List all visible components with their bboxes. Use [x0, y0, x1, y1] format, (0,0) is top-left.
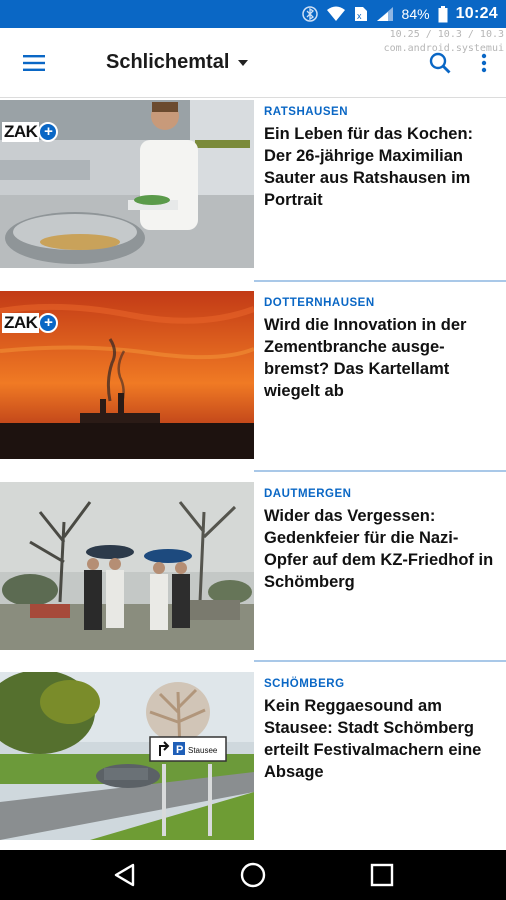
article-category[interactable]: SCHÖMBERG	[264, 678, 496, 690]
clock: 10:24	[455, 5, 498, 22]
article-image-stausee-road: P Stausee	[0, 672, 254, 840]
plus-icon: +	[38, 313, 59, 333]
article-image-chef: ZAK +	[0, 100, 254, 268]
nav-recents-button[interactable]	[352, 850, 412, 900]
zak-plus-badge: ZAK +	[2, 122, 59, 142]
article-card[interactable]: DAUTMERGEN Wider das Vergessen: Gedenkfe…	[0, 482, 506, 650]
signal-icon	[376, 6, 394, 22]
article-category[interactable]: RATSHAUSEN	[264, 106, 496, 118]
nav-back-button[interactable]	[94, 850, 154, 900]
recents-icon	[370, 863, 393, 887]
zak-plus-badge: ZAK +	[2, 313, 59, 333]
overflow-menu-button[interactable]	[462, 28, 506, 98]
app-title: Schlichemtal	[106, 51, 230, 73]
hamburger-menu-icon	[23, 54, 45, 71]
home-icon	[240, 862, 266, 888]
article-headline[interactable]: Kein Reggaesound am Stausee: Stadt Schöm…	[264, 695, 496, 783]
status-bar: x 84% 10:24	[0, 0, 506, 28]
article-image-sunset-factory: ZAK +	[0, 291, 254, 459]
nav-home-button[interactable]	[223, 850, 283, 900]
bluetooth-icon	[301, 6, 318, 22]
wifi-icon	[326, 6, 346, 22]
system-nav-bar	[0, 850, 506, 900]
back-icon	[115, 863, 135, 887]
search-button[interactable]	[418, 28, 462, 98]
battery-percent: 84%	[401, 6, 430, 22]
divider	[254, 660, 506, 662]
article-headline[interactable]: Wider das Vergessen: Gedenkfeier für die…	[264, 505, 496, 593]
article-image-memorial	[0, 482, 254, 650]
article-card[interactable]: P Stausee SCHÖMBERG Kein Reggaesound am …	[0, 672, 506, 840]
search-icon	[429, 52, 451, 73]
divider	[254, 470, 506, 472]
article-headline[interactable]: Ein Leben für das Kochen: Der 26-jährige…	[264, 123, 496, 211]
article-feed[interactable]: ZAK + RATSHAUSEN Ein Leben für das Koche…	[0, 98, 506, 850]
region-selector[interactable]: Schlichemtal	[68, 51, 249, 74]
app-bar: Schlichemtal 10.25 / 10.3 / 10.3 com.and…	[0, 28, 506, 98]
article-card[interactable]: ZAK + RATSHAUSEN Ein Leben für das Koche…	[0, 100, 506, 268]
overflow-menu-icon	[481, 53, 487, 72]
article-category[interactable]: DAUTMERGEN	[264, 488, 496, 500]
plus-icon: +	[38, 122, 59, 142]
menu-button[interactable]	[0, 28, 68, 98]
battery-icon	[438, 5, 448, 23]
svg-text:P: P	[176, 744, 183, 756]
article-card[interactable]: ZAK + DOTTERNHAUSEN Wird die Innovation …	[0, 291, 506, 459]
dropdown-arrow-icon	[238, 59, 249, 66]
article-category[interactable]: DOTTERNHAUSEN	[264, 297, 496, 309]
article-headline[interactable]: Wird die Innovation in der Zementbranche…	[264, 314, 496, 402]
svg-text:x: x	[357, 11, 362, 21]
stausee-sign-text: Stausee	[188, 746, 218, 755]
sim-icon: x	[354, 6, 368, 22]
divider	[254, 280, 506, 282]
